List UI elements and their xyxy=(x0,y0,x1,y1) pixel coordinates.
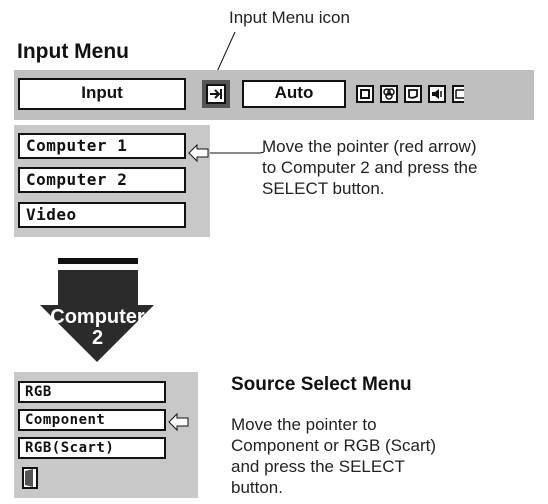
source-select-title: Source Select Menu xyxy=(231,374,412,395)
input-menu-title: Input Menu xyxy=(17,40,129,63)
list-item-rgb[interactable]: RGB xyxy=(18,381,166,403)
menu-auto-button[interactable]: Auto xyxy=(242,80,346,108)
transition-arrow: Computer 2 xyxy=(40,255,155,365)
description-line: button. xyxy=(231,478,283,497)
description-line: SELECT button. xyxy=(262,179,385,198)
page-icon[interactable] xyxy=(452,85,464,103)
list-item-computer-1[interactable]: Computer 1 xyxy=(18,133,186,159)
input-menu-icon-callout: Input Menu icon xyxy=(229,8,350,27)
input-menu-icon[interactable] xyxy=(202,80,230,108)
source-select-description: Move the pointer to Component or RGB (Sc… xyxy=(231,414,436,498)
list-item-video[interactable]: Video xyxy=(18,202,186,228)
description-line: Move the pointer (red arrow) xyxy=(262,137,477,156)
arrow-label: Computer 2 xyxy=(40,307,155,349)
pointer-arrow-component xyxy=(168,412,189,432)
sound-icon[interactable] xyxy=(428,85,446,103)
list-item-rgb-scart[interactable]: RGB(Scart) xyxy=(18,437,166,459)
description-line: Component or RGB (Scart) xyxy=(231,436,437,455)
input-menu-description: Move the pointer (red arrow) to Computer… xyxy=(262,136,477,199)
pointer-arrow-computer-2 xyxy=(188,143,265,163)
screen-icon[interactable] xyxy=(404,85,422,103)
description-line: and press the SELECT xyxy=(231,457,405,476)
list-item-computer-2[interactable]: Computer 2 xyxy=(18,167,186,193)
color-icon[interactable] xyxy=(380,85,398,103)
menu-input-button[interactable]: Input xyxy=(18,78,186,110)
exit-door-icon[interactable] xyxy=(22,467,38,489)
square-icon[interactable] xyxy=(356,85,374,103)
description-line: Move the pointer to xyxy=(231,415,377,434)
menu-bar: Input Auto xyxy=(14,70,534,120)
arrow-label-line: Computer xyxy=(50,306,145,328)
input-list-panel: Computer 1 Computer 2 Video xyxy=(14,125,210,237)
description-line: to Computer 2 and press the xyxy=(262,158,478,177)
source-select-panel: RGB Component RGB(Scart) xyxy=(14,372,198,498)
arrow-label-line: 2 xyxy=(91,327,104,349)
list-item-component[interactable]: Component xyxy=(18,409,166,431)
